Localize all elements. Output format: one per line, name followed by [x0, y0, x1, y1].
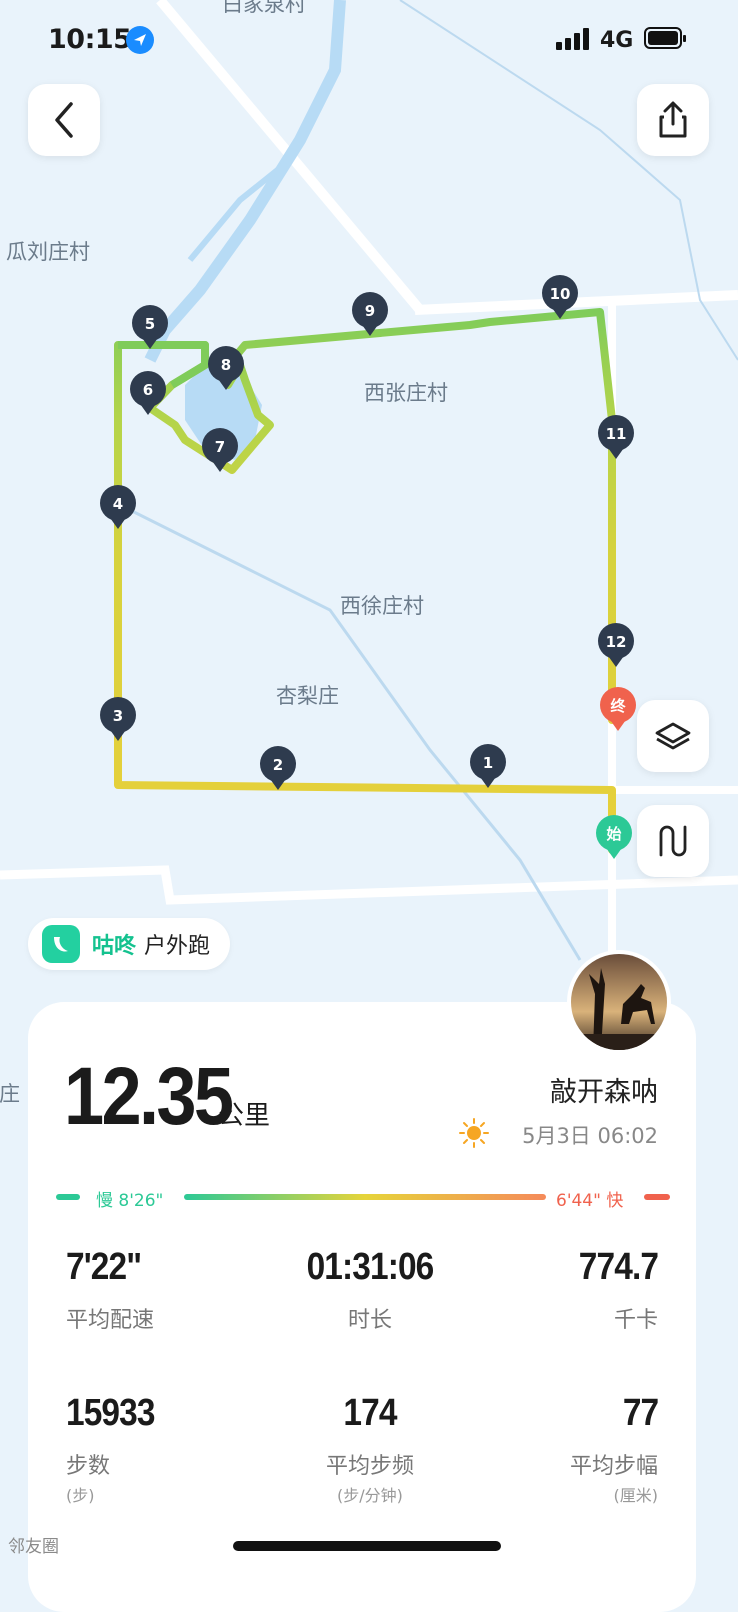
activity-badge: 咕咚 户外跑 [28, 918, 231, 970]
svg-text:终: 终 [610, 697, 626, 715]
brand-name: 咕咚 [92, 934, 137, 959]
chevron-left-icon [55, 102, 73, 138]
pace-fast-label: 6'44" 快 [556, 1191, 624, 1211]
back-button[interactable] [28, 84, 100, 156]
map-layers-button[interactable] [637, 700, 709, 772]
map-label-gualiuzhuang: 瓜刘庄村 [6, 240, 90, 264]
map-label-xixuzhuang: 西徐庄村 [340, 594, 424, 618]
stat-stride-unit: (厘米) [613, 1486, 659, 1505]
stat-stride-value: 77 [622, 1392, 659, 1434]
location-arrow-icon [126, 26, 154, 54]
username[interactable]: 敲开森呐 [550, 1070, 658, 1109]
svg-text:7: 7 [215, 438, 225, 456]
stat-cadence-unit: (步/分钟) [337, 1486, 403, 1505]
svg-text:6: 6 [143, 381, 153, 399]
share-button[interactable] [637, 84, 709, 156]
share-icon [659, 101, 687, 138]
codoon-logo-icon [42, 925, 80, 963]
stat-calories-label: 千卡 [613, 1308, 658, 1333]
status-time: 10:15 [48, 24, 132, 55]
activity-type: 户外跑 [144, 934, 211, 959]
map-label-xinglizhuang: 杏梨庄 [276, 684, 339, 708]
stat-steps-unit: (步) [66, 1486, 95, 1505]
stat-steps-value: 15933 [66, 1392, 155, 1434]
signal-icon [556, 28, 589, 50]
avatar[interactable] [567, 950, 671, 1054]
stat-cadence-label: 平均步频 [325, 1454, 414, 1479]
stat-duration-label: 时长 [347, 1308, 392, 1333]
layers-icon [655, 722, 691, 750]
stat-stride-label: 平均步幅 [569, 1454, 658, 1479]
stat-steps-label: 步数 [66, 1454, 111, 1479]
watermark: 邻友圈 [8, 1537, 59, 1557]
distance-unit: 公里 [218, 1101, 271, 1131]
svg-text:10: 10 [550, 285, 571, 303]
svg-text:5: 5 [145, 315, 155, 333]
map-label-liuzhuang: 刘庄 [0, 1082, 20, 1106]
svg-text:3: 3 [113, 707, 123, 725]
network-type: 4G [600, 28, 634, 53]
home-indicator[interactable] [233, 1541, 501, 1551]
distance-value: 12.35 [64, 1051, 234, 1142]
stat-duration-value: 01:31:06 [306, 1246, 435, 1288]
sunny-weather-icon [459, 1118, 489, 1148]
stat-avg-pace-label: 平均配速 [66, 1308, 155, 1333]
stat-calories-value: 774.7 [578, 1246, 659, 1288]
svg-text:11: 11 [606, 425, 627, 443]
svg-text:2: 2 [273, 756, 283, 774]
stat-cadence-value: 174 [343, 1392, 397, 1434]
activity-datetime: 5月3日 06:02 [522, 1124, 658, 1148]
battery-icon [644, 27, 686, 49]
svg-text:4: 4 [113, 495, 123, 513]
svg-text:12: 12 [606, 633, 627, 651]
route-replay-button[interactable] [637, 805, 709, 877]
svg-text:9: 9 [365, 302, 375, 320]
svg-text:始: 始 [606, 825, 621, 843]
stat-avg-pace-value: 7'22" [66, 1246, 142, 1288]
svg-text:8: 8 [221, 356, 231, 374]
status-bar: 10:15 4G [0, 0, 738, 80]
pace-slow-label: 慢 8'26" [96, 1191, 164, 1211]
map-label-xizhangzhuang: 西张庄村 [364, 381, 448, 405]
svg-text:1: 1 [483, 754, 493, 772]
route-curve-icon [659, 825, 687, 857]
